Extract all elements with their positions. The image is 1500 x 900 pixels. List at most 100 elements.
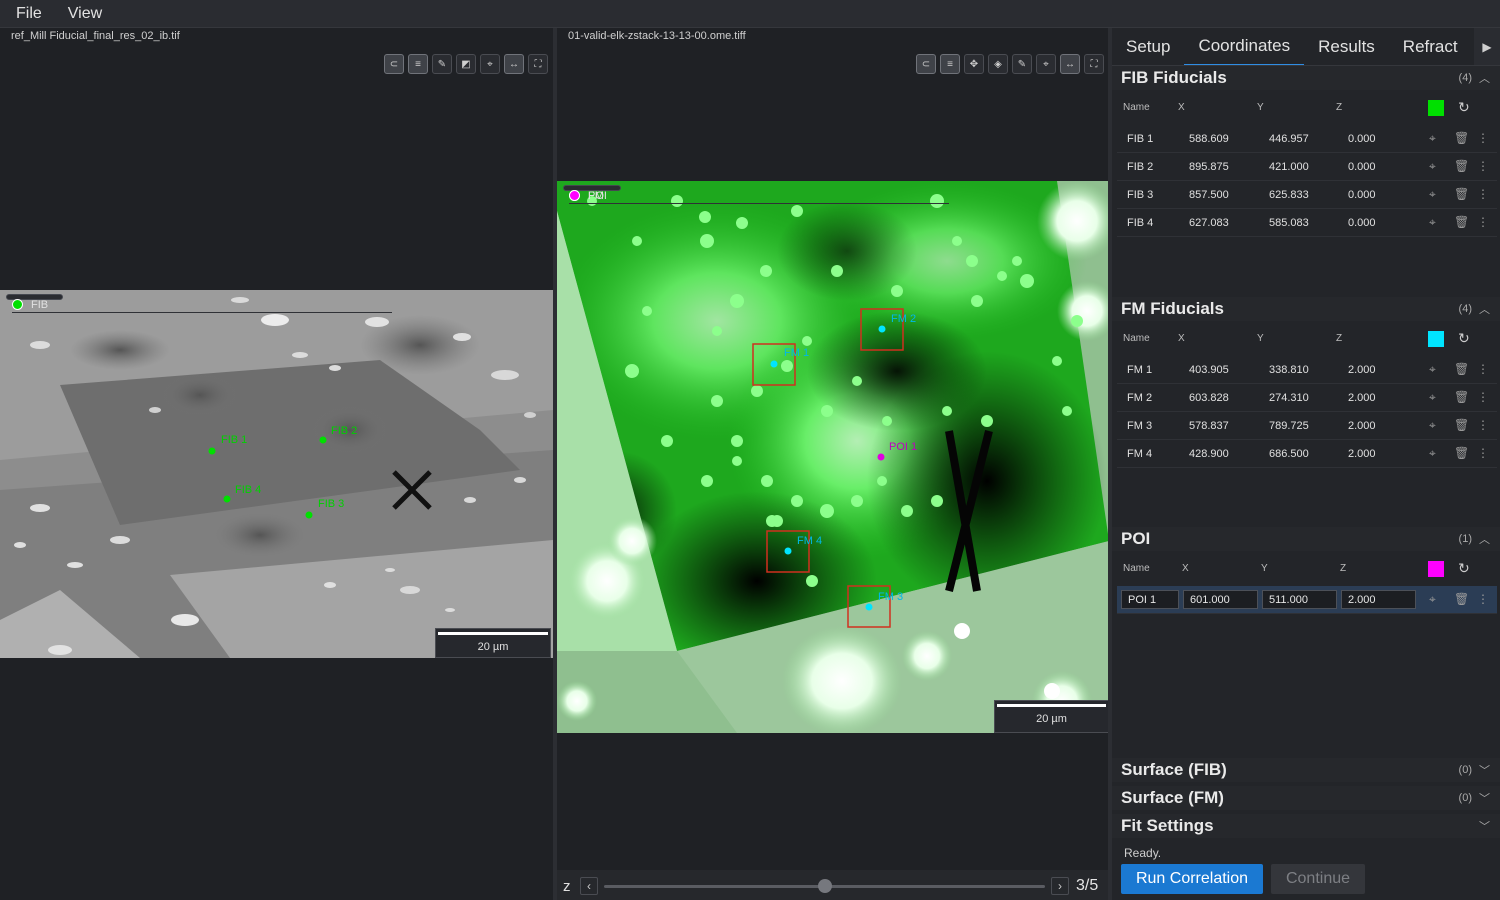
fib-x-cell[interactable]: 857.500	[1189, 189, 1229, 201]
crosshair-icon[interactable]: ⌖	[1429, 418, 1436, 433]
chevron-up-icon[interactable]: ︿	[1479, 70, 1490, 86]
fm-z-cell[interactable]: 2.000	[1348, 392, 1376, 404]
fib-row[interactable]: FIB 3 857.500 625.833 0.000 ⌖ 🗑 ⋮	[1117, 181, 1497, 209]
fib-row[interactable]: FIB 1 588.609 446.957 0.000 ⌖ 🗑 ⋮	[1117, 125, 1497, 153]
poi-name-field[interactable]: POI 1	[1121, 590, 1179, 609]
refresh-icon[interactable]: ↻	[1458, 99, 1470, 116]
fib-y-cell[interactable]: 585.083	[1269, 217, 1309, 229]
crosshair-icon[interactable]: ⌖	[1036, 54, 1056, 74]
surface-fm-header[interactable]: Surface (FM) (0) ﹀	[1112, 786, 1500, 810]
more-icon[interactable]: ⋮	[1477, 362, 1489, 376]
poi-marker-1[interactable]	[877, 453, 885, 461]
fm-z-cell[interactable]: 2.000	[1348, 448, 1376, 460]
fib-marker-2[interactable]	[319, 436, 327, 444]
more-icon[interactable]: ⋮	[1477, 215, 1489, 229]
menu-view[interactable]: View	[68, 5, 102, 23]
fm-row[interactable]: FM 3 578.837 789.725 2.000 ⌖ 🗑 ⋮	[1117, 412, 1497, 440]
fm-marker-4[interactable]	[784, 547, 792, 555]
move-icon[interactable]: ✥	[964, 54, 984, 74]
fib-marker-1[interactable]	[208, 447, 216, 455]
chevron-down-icon[interactable]: ﹀	[1479, 790, 1490, 806]
fm-y-cell[interactable]: 338.810	[1269, 364, 1309, 376]
layers-icon[interactable]: ◈	[988, 54, 1008, 74]
more-icon[interactable]: ⋮	[1477, 390, 1489, 404]
crosshair-icon[interactable]: ⌖	[1429, 215, 1436, 230]
more-icon[interactable]: ⋮	[1477, 418, 1489, 432]
fm-row[interactable]: FM 4 428.900 686.500 2.000 ⌖ 🗑 ⋮	[1117, 440, 1497, 468]
trash-icon[interactable]: 🗑	[1454, 418, 1469, 432]
fib-name-cell[interactable]: FIB 1	[1127, 133, 1153, 145]
label-toggle-icon[interactable]: ⊂	[384, 54, 404, 74]
chevron-up-icon[interactable]: ︿	[1479, 531, 1490, 547]
fm-name-cell[interactable]: FM 2	[1127, 392, 1152, 404]
poi-color-swatch[interactable]	[1428, 561, 1444, 577]
tab-coordinates[interactable]: Coordinates	[1184, 28, 1305, 65]
trash-icon[interactable]: 🗑	[1454, 159, 1469, 173]
fib-y-cell[interactable]: 421.000	[1269, 161, 1309, 173]
z-prev-button[interactable]: ‹	[580, 877, 598, 895]
list-icon[interactable]: ≡	[940, 54, 960, 74]
fib-name-cell[interactable]: FIB 3	[1127, 189, 1153, 201]
refresh-icon[interactable]: ↻	[1458, 330, 1470, 347]
chevron-up-icon[interactable]: ︿	[1479, 301, 1490, 317]
trash-icon[interactable]: 🗑	[1454, 215, 1469, 229]
fib-name-cell[interactable]: FIB 2	[1127, 161, 1153, 173]
fit-settings-header[interactable]: Fit Settings ﹀	[1112, 814, 1500, 838]
pencil-icon[interactable]: ✎	[432, 54, 452, 74]
fm-image[interactable]: FM 1 FM 2 POI 1 FM 4 FM 3 FM POI 20 µm	[557, 181, 1109, 733]
trash-icon[interactable]: 🗑	[1454, 592, 1469, 606]
list-icon[interactable]: ≡	[408, 54, 428, 74]
fib-z-cell[interactable]: 0.000	[1348, 133, 1376, 145]
crosshair-icon[interactable]: ⌖	[1429, 592, 1436, 607]
trash-icon[interactable]: 🗑	[1454, 187, 1469, 201]
label-toggle-icon[interactable]: ⊂	[916, 54, 936, 74]
fib-fiducials-header[interactable]: FIB Fiducials (4) ︿	[1112, 66, 1500, 90]
poi-row[interactable]: POI 1 601.000 511.000 2.000 ⌖ 🗑 ⋮	[1117, 586, 1497, 614]
fm-y-cell[interactable]: 686.500	[1269, 448, 1309, 460]
crosshair-icon[interactable]: ⌖	[1429, 159, 1436, 174]
fm-x-cell[interactable]: 403.905	[1189, 364, 1229, 376]
more-icon[interactable]: ⋮	[1477, 592, 1489, 606]
more-icon[interactable]: ⋮	[1477, 446, 1489, 460]
contrast-icon[interactable]: ◩	[456, 54, 476, 74]
fm-z-cell[interactable]: 2.000	[1348, 364, 1376, 376]
trash-icon[interactable]: 🗑	[1454, 390, 1469, 404]
crosshair-icon[interactable]: ⌖	[1429, 131, 1436, 146]
fm-row[interactable]: FM 2 603.828 274.310 2.000 ⌖ 🗑 ⋮	[1117, 384, 1497, 412]
tab-scroll-right-icon[interactable]: ▶	[1474, 28, 1500, 65]
z-next-button[interactable]: ›	[1051, 877, 1069, 895]
crosshair-icon[interactable]: ⌖	[1429, 362, 1436, 377]
fit-view-icon[interactable]: ⛶	[1084, 54, 1104, 74]
fib-y-cell[interactable]: 446.957	[1269, 133, 1309, 145]
poi-header[interactable]: POI (1) ︿	[1112, 527, 1500, 551]
fib-z-cell[interactable]: 0.000	[1348, 189, 1376, 201]
poi-y-field[interactable]: 511.000	[1262, 590, 1337, 609]
menu-file[interactable]: File	[16, 5, 42, 23]
fib-x-cell[interactable]: 588.609	[1189, 133, 1229, 145]
poi-z-field[interactable]: 2.000	[1341, 590, 1416, 609]
run-correlation-button[interactable]: Run Correlation	[1121, 864, 1263, 894]
refresh-icon[interactable]: ↻	[1458, 560, 1470, 577]
trash-icon[interactable]: 🗑	[1454, 131, 1469, 145]
more-icon[interactable]: ⋮	[1477, 187, 1489, 201]
pencil-icon[interactable]: ✎	[1012, 54, 1032, 74]
fit-view-icon[interactable]: ⛶	[528, 54, 548, 74]
fm-marker-1[interactable]	[770, 360, 778, 368]
fib-row[interactable]: FIB 2 895.875 421.000 0.000 ⌖ 🗑 ⋮	[1117, 153, 1497, 181]
tab-refract[interactable]: Refract	[1389, 28, 1472, 65]
fib-marker-4[interactable]	[223, 495, 231, 503]
tab-results[interactable]: Results	[1304, 28, 1389, 65]
chevron-down-icon[interactable]: ﹀	[1479, 762, 1490, 778]
trash-icon[interactable]: 🗑	[1454, 362, 1469, 376]
crosshair-icon[interactable]: ⌖	[1429, 187, 1436, 202]
chevron-down-icon[interactable]: ﹀	[1479, 818, 1490, 834]
fm-name-cell[interactable]: FM 1	[1127, 364, 1152, 376]
poi-x-field[interactable]: 601.000	[1183, 590, 1258, 609]
fm-name-cell[interactable]: FM 4	[1127, 448, 1152, 460]
fm-marker-3[interactable]	[865, 603, 873, 611]
fib-image[interactable]: FIB 1 FIB 2 FIB 4 FIB 3 FIB 20 µm	[0, 290, 553, 658]
surface-fib-header[interactable]: Surface (FIB) (0) ﹀	[1112, 758, 1500, 782]
crosshair-icon[interactable]: ⌖	[480, 54, 500, 74]
fm-color-swatch[interactable]	[1428, 331, 1444, 347]
fib-marker-3[interactable]	[305, 511, 313, 519]
